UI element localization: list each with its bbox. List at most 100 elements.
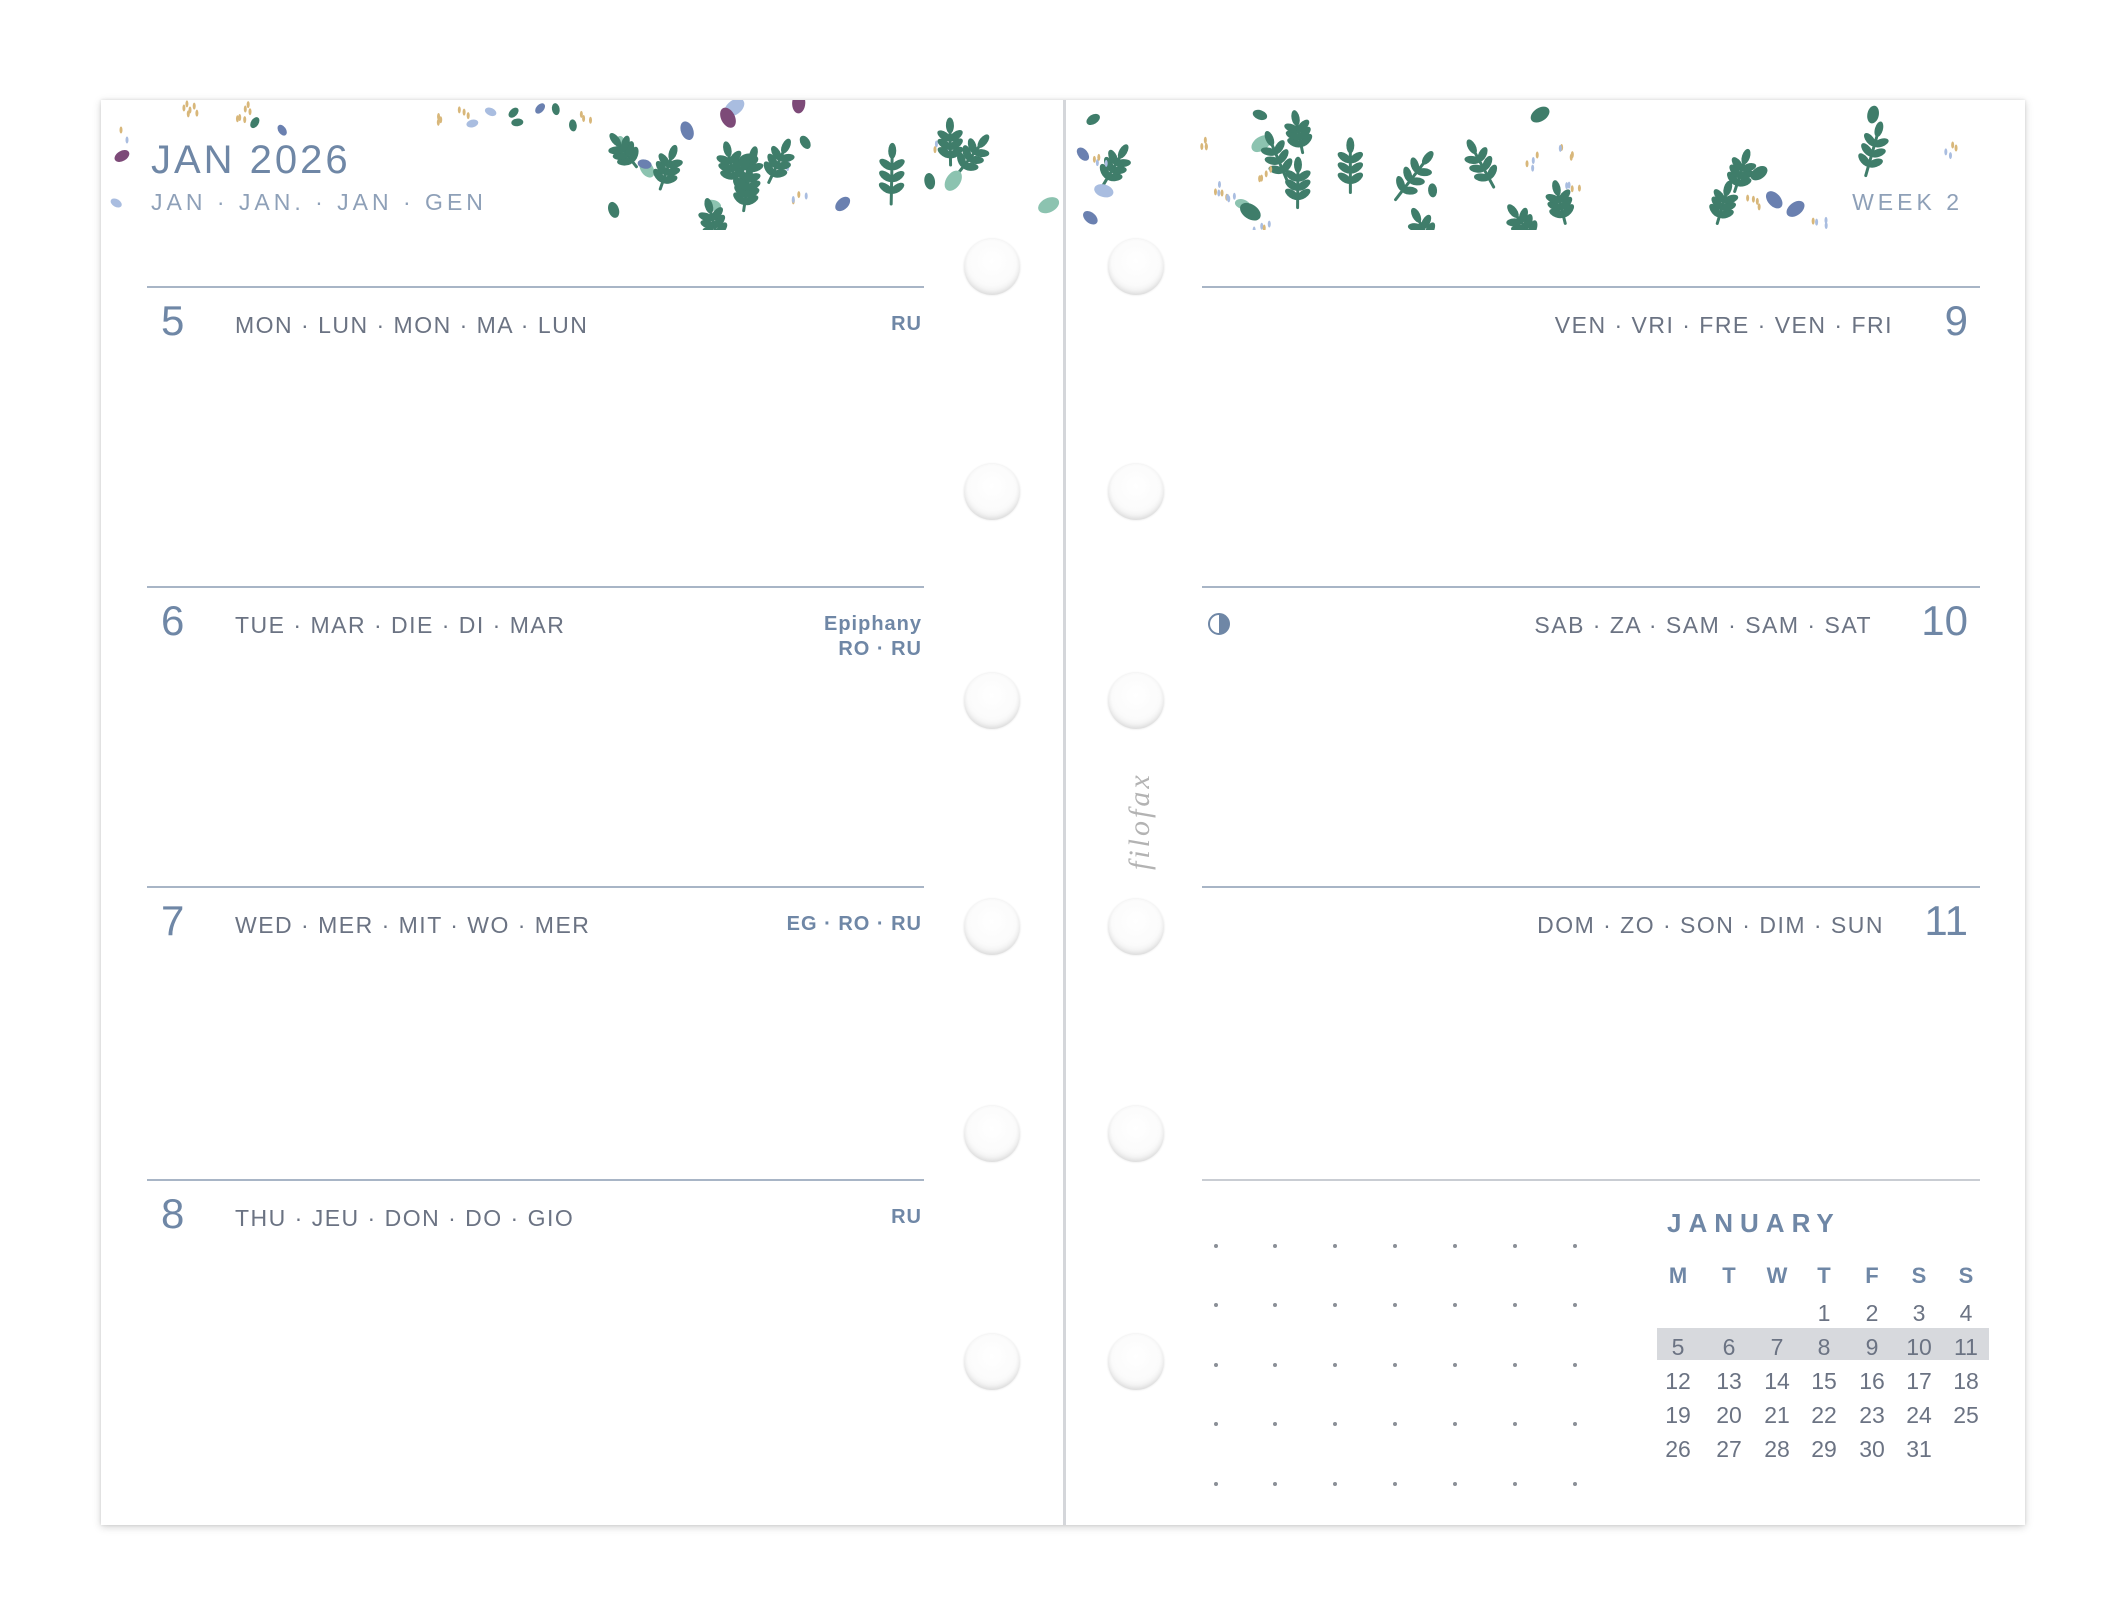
calendar-date: 25 (1953, 1402, 1979, 1428)
calendar-date: 29 (1811, 1436, 1837, 1462)
grid-dot (1393, 1422, 1397, 1426)
calendar-date: 14 (1764, 1368, 1790, 1394)
grid-dot (1333, 1303, 1337, 1307)
weekday-header: M (1668, 1263, 1688, 1288)
day-number: 6 (161, 597, 185, 644)
day-names: TUE · MAR · DIE · DI · MAR (235, 612, 566, 638)
calendar-date: 28 (1764, 1436, 1790, 1462)
calendar-date: 17 (1906, 1368, 1932, 1394)
day-names: MON · LUN · MON · MA · LUN (235, 312, 589, 338)
grid-dot (1453, 1422, 1457, 1426)
grid-dot (1333, 1482, 1337, 1486)
calendar-date: 15 (1811, 1368, 1837, 1394)
calendar-date: 22 (1811, 1402, 1837, 1428)
holiday-codes: EG · RO · RU (786, 913, 922, 935)
grid-dot (1273, 1244, 1277, 1248)
day-divider (147, 886, 924, 888)
day-names: WED · MER · MIT · WO · MER (235, 912, 591, 938)
mini-calendar-title: JANUARY (1667, 1208, 1841, 1238)
grid-dot (1393, 1363, 1397, 1367)
grid-dot (1214, 1363, 1218, 1367)
calendar-date: 16 (1859, 1368, 1885, 1394)
calendar-date: 31 (1906, 1436, 1932, 1462)
weekday-header: S (1958, 1263, 1974, 1288)
calendar-date: 23 (1859, 1402, 1885, 1428)
calendar-date: 8 (1817, 1334, 1831, 1360)
grid-dot (1513, 1244, 1517, 1248)
grid-dot (1273, 1303, 1277, 1307)
grid-dot (1333, 1422, 1337, 1426)
grid-dot (1453, 1244, 1457, 1248)
calendar-date: 2 (1865, 1300, 1879, 1326)
day-number: 11 (1924, 897, 1968, 944)
day-divider (1202, 586, 1980, 588)
calendar-date: 5 (1671, 1334, 1685, 1360)
grid-dot (1214, 1482, 1218, 1486)
grid-dot (1333, 1244, 1337, 1248)
grid-dot (1573, 1244, 1577, 1248)
calendar-date: 26 (1665, 1436, 1691, 1462)
binder-hole (1108, 899, 1164, 955)
grid-dot (1393, 1482, 1397, 1486)
day-names: SAB · ZA · SAM · SAM · SAT (1534, 612, 1872, 638)
grid-dot (1214, 1303, 1218, 1307)
week-label: WEEK 2 (1852, 189, 1963, 215)
binder-hole (964, 1106, 1020, 1162)
grid-dot (1513, 1422, 1517, 1426)
grid-dot (1513, 1482, 1517, 1486)
weekday-header: F (1865, 1263, 1879, 1288)
grid-dot (1393, 1303, 1397, 1307)
calendar-date: 10 (1906, 1334, 1932, 1360)
binder-hole (964, 239, 1020, 295)
calendar-date: 24 (1906, 1402, 1932, 1428)
calendar-date: 6 (1722, 1334, 1736, 1360)
grid-dot (1273, 1422, 1277, 1426)
planner-spread: JAN 2026 JAN · JAN. · JAN · GEN WEEK 2 f… (101, 100, 2025, 1525)
holiday-codes: RU (891, 1206, 922, 1228)
holiday-name: Epiphany (823, 613, 922, 635)
weekday-header: W (1766, 1263, 1788, 1288)
first-quarter-moon-icon (1208, 613, 1230, 635)
grid-dot (1273, 1363, 1277, 1367)
calendar-date: 4 (1959, 1300, 1973, 1326)
day-names: THU · JEU · DON · DO · GIO (235, 1205, 575, 1231)
calendar-date: 3 (1912, 1300, 1926, 1326)
calendar-date: 1 (1817, 1300, 1831, 1326)
filofax-logo: filofax (1123, 772, 1156, 870)
notes-divider (1202, 1179, 1980, 1181)
day-divider (147, 586, 924, 588)
day-number: 7 (161, 897, 185, 944)
calendar-date: 20 (1716, 1402, 1742, 1428)
day-divider (147, 1179, 924, 1181)
grid-dot (1214, 1244, 1218, 1248)
binder-hole (964, 673, 1020, 729)
grid-dot (1573, 1482, 1577, 1486)
grid-dot (1273, 1482, 1277, 1486)
calendar-date: 21 (1764, 1402, 1790, 1428)
grid-dot (1513, 1303, 1517, 1307)
calendar-date: 27 (1716, 1436, 1742, 1462)
grid-dot (1214, 1422, 1218, 1426)
grid-dot (1453, 1482, 1457, 1486)
calendar-date: 9 (1865, 1334, 1879, 1360)
calendar-date: 12 (1665, 1368, 1691, 1394)
month-title: JAN 2026 (151, 138, 351, 182)
calendar-date: 19 (1665, 1402, 1691, 1428)
center-fold (1063, 100, 1066, 1525)
day-divider (1202, 886, 1980, 888)
binder-hole (1108, 1106, 1164, 1162)
weekday-header: T (1722, 1263, 1736, 1288)
grid-dot (1573, 1303, 1577, 1307)
binder-hole (1108, 1334, 1164, 1390)
calendar-date: 13 (1716, 1368, 1742, 1394)
grid-dot (1453, 1303, 1457, 1307)
binder-hole (1108, 673, 1164, 729)
day-number: 8 (161, 1190, 185, 1237)
day-number: 10 (1921, 597, 1968, 644)
month-translations: JAN · JAN. · JAN · GEN (151, 189, 487, 215)
holiday-codes: RU (891, 313, 922, 335)
grid-dot (1393, 1244, 1397, 1248)
day-names: DOM · ZO · SON · DIM · SUN (1537, 912, 1884, 938)
weekday-header: S (1911, 1263, 1927, 1288)
grid-dot (1453, 1363, 1457, 1367)
